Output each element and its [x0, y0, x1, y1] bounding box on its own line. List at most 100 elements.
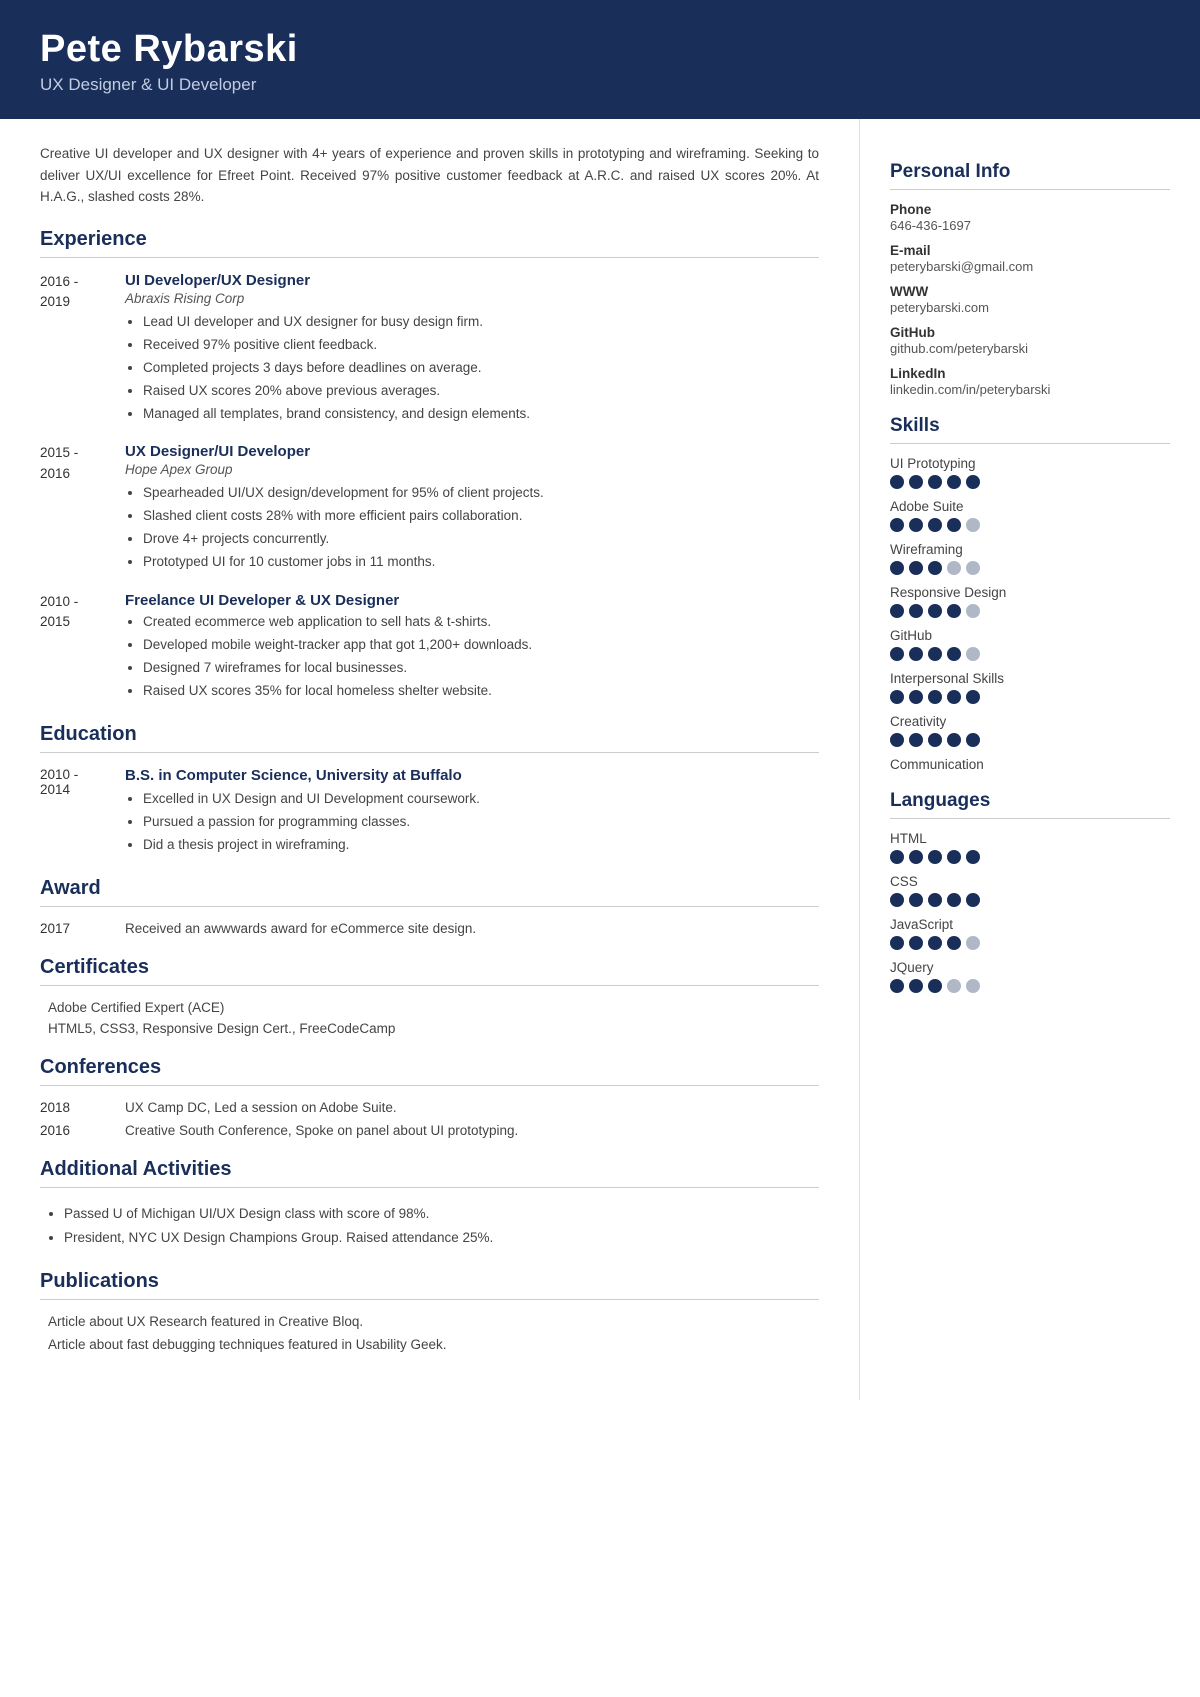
dot-filled [928, 733, 942, 747]
award-item-1: 2017 Received an awwwards award for eCom… [40, 921, 819, 936]
skill-name: Responsive Design [890, 585, 1170, 600]
dot-filled [909, 893, 923, 907]
dot-empty [966, 979, 980, 993]
dot-filled [909, 979, 923, 993]
dot-filled [890, 604, 904, 618]
language-item: CSS [890, 874, 1170, 907]
skill-dots [890, 604, 1170, 618]
edu-date-1: 2010 -2014 [40, 767, 125, 857]
exp-bullet: Completed projects 3 days before deadlin… [143, 357, 819, 380]
exp-bullets-1: Lead UI developer and UX designer for bu… [125, 311, 819, 426]
language-item: HTML [890, 831, 1170, 864]
exp-bullets-2: Spearheaded UI/UX design/development for… [125, 482, 819, 574]
experience-section-title: Experience [40, 228, 819, 251]
dot-empty [947, 561, 961, 575]
activities-list: Passed U of Michigan UI/UX Design class … [40, 1202, 819, 1251]
skill-dots [890, 561, 1170, 575]
dot-filled [947, 733, 961, 747]
dot-filled [890, 647, 904, 661]
candidate-title: UX Designer & UI Developer [40, 75, 1160, 95]
dot-filled [909, 690, 923, 704]
pub-item-2: Article about fast debugging techniques … [40, 1337, 819, 1352]
language-name: CSS [890, 874, 1170, 889]
dot-filled [890, 475, 904, 489]
phone-value: 646-436-1697 [890, 218, 1170, 233]
exp-content-3: Freelance UI Developer & UX Designer Cre… [125, 592, 819, 703]
education-divider [40, 752, 819, 753]
dot-filled [966, 690, 980, 704]
dot-filled [928, 936, 942, 950]
dot-filled [947, 604, 961, 618]
edu-degree-1: B.S. in Computer Science, University at … [125, 767, 819, 784]
github-value: github.com/peterybarski [890, 341, 1170, 356]
activity-item-1: Passed U of Michigan UI/UX Design class … [64, 1202, 819, 1226]
dot-empty [947, 979, 961, 993]
dot-filled [966, 893, 980, 907]
dot-filled [909, 561, 923, 575]
phone-label: Phone [890, 202, 1170, 217]
dot-filled [890, 733, 904, 747]
skill-dots [890, 518, 1170, 532]
dot-empty [966, 518, 980, 532]
exp-bullet: Designed 7 wireframes for local business… [143, 657, 819, 680]
exp-date-2: 2015 -2016 [40, 443, 125, 574]
language-item: JavaScript [890, 917, 1170, 950]
skill-dots [890, 733, 1170, 747]
exp-title-2: UX Designer/UI Developer [125, 443, 819, 460]
exp-bullet: Drove 4+ projects concurrently. [143, 528, 819, 551]
skill-item: Interpersonal Skills [890, 671, 1170, 704]
conf-text-1: UX Camp DC, Led a session on Adobe Suite… [125, 1100, 819, 1115]
dot-filled [909, 475, 923, 489]
exp-title-3: Freelance UI Developer & UX Designer [125, 592, 819, 609]
skills-title: Skills [890, 415, 1170, 437]
dot-filled [966, 475, 980, 489]
dot-filled [947, 690, 961, 704]
skill-dots [890, 690, 1170, 704]
conf-item-1: 2018 UX Camp DC, Led a session on Adobe … [40, 1100, 819, 1115]
languages-container: HTML CSS JavaScript JQuery [890, 831, 1170, 993]
dot-filled [966, 850, 980, 864]
dot-empty [966, 647, 980, 661]
exp-bullet: Raised UX scores 20% above previous aver… [143, 380, 819, 403]
languages-divider [890, 818, 1170, 819]
dot-empty [966, 936, 980, 950]
exp-bullet: Managed all templates, brand consistency… [143, 403, 819, 426]
dot-filled [966, 733, 980, 747]
dot-filled [928, 604, 942, 618]
exp-bullet: Prototyped UI for 10 customer jobs in 11… [143, 551, 819, 574]
dot-filled [890, 979, 904, 993]
languages-title: Languages [890, 790, 1170, 812]
skills-container: UI PrototypingAdobe SuiteWireframingResp… [890, 456, 1170, 772]
skill-item: Adobe Suite [890, 499, 1170, 532]
exp-company-2: Hope Apex Group [125, 462, 819, 477]
dot-filled [909, 733, 923, 747]
award-divider [40, 906, 819, 907]
edu-bullet: Excelled in UX Design and UI Development… [143, 788, 819, 811]
edu-content-1: B.S. in Computer Science, University at … [125, 767, 819, 857]
skill-name: Interpersonal Skills [890, 671, 1170, 686]
dot-filled [947, 936, 961, 950]
dot-filled [909, 518, 923, 532]
skill-dots [890, 475, 1170, 489]
education-item-1: 2010 -2014 B.S. in Computer Science, Uni… [40, 767, 819, 857]
exp-content-2: UX Designer/UI Developer Hope Apex Group… [125, 443, 819, 574]
conf-item-2: 2016 Creative South Conference, Spoke on… [40, 1123, 819, 1138]
dot-filled [890, 690, 904, 704]
dot-empty [966, 561, 980, 575]
dot-filled [928, 561, 942, 575]
conferences-section-title: Conferences [40, 1056, 819, 1079]
dot-filled [909, 850, 923, 864]
main-column: Creative UI developer and UX designer wi… [0, 119, 860, 1400]
skill-name: Communication [890, 757, 1170, 772]
publications-divider [40, 1299, 819, 1300]
experience-item-2: 2015 -2016 UX Designer/UI Developer Hope… [40, 443, 819, 574]
experience-divider [40, 257, 819, 258]
linkedin-label: LinkedIn [890, 366, 1170, 381]
email-value: peterybarski@gmail.com [890, 259, 1170, 274]
exp-bullet: Developed mobile weight-tracker app that… [143, 634, 819, 657]
dot-filled [928, 690, 942, 704]
award-year-1: 2017 [40, 921, 125, 936]
conf-year-1: 2018 [40, 1100, 125, 1115]
language-item: JQuery [890, 960, 1170, 993]
exp-bullet: Spearheaded UI/UX design/development for… [143, 482, 819, 505]
